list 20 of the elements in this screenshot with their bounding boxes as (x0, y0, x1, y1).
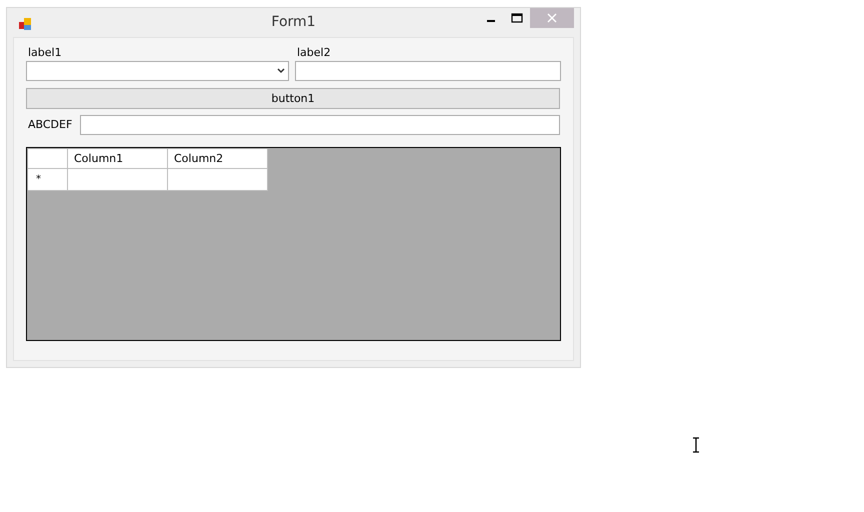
text-cursor-icon (692, 437, 700, 453)
column-header[interactable]: Column1 (68, 149, 168, 169)
dropdown-field[interactable] (26, 61, 289, 81)
action-button[interactable]: button1 (26, 88, 560, 109)
window-title: Form1 (271, 14, 316, 30)
column-header[interactable]: Column2 (168, 149, 268, 169)
chevron-down-icon (277, 68, 285, 74)
maximize-icon (511, 13, 523, 23)
row-header[interactable]: * (28, 169, 68, 191)
field-label: ABCDEF (27, 117, 74, 133)
text-field[interactable] (80, 115, 560, 135)
text-field[interactable] (295, 61, 561, 81)
app-icon (18, 16, 32, 30)
table-cell[interactable] (168, 169, 268, 191)
close-icon (547, 13, 557, 23)
field-label: label1 (27, 45, 63, 61)
minimize-icon (487, 20, 495, 22)
table-cell[interactable] (68, 169, 168, 191)
corner-header (28, 149, 68, 169)
field-label: label2 (296, 45, 332, 61)
